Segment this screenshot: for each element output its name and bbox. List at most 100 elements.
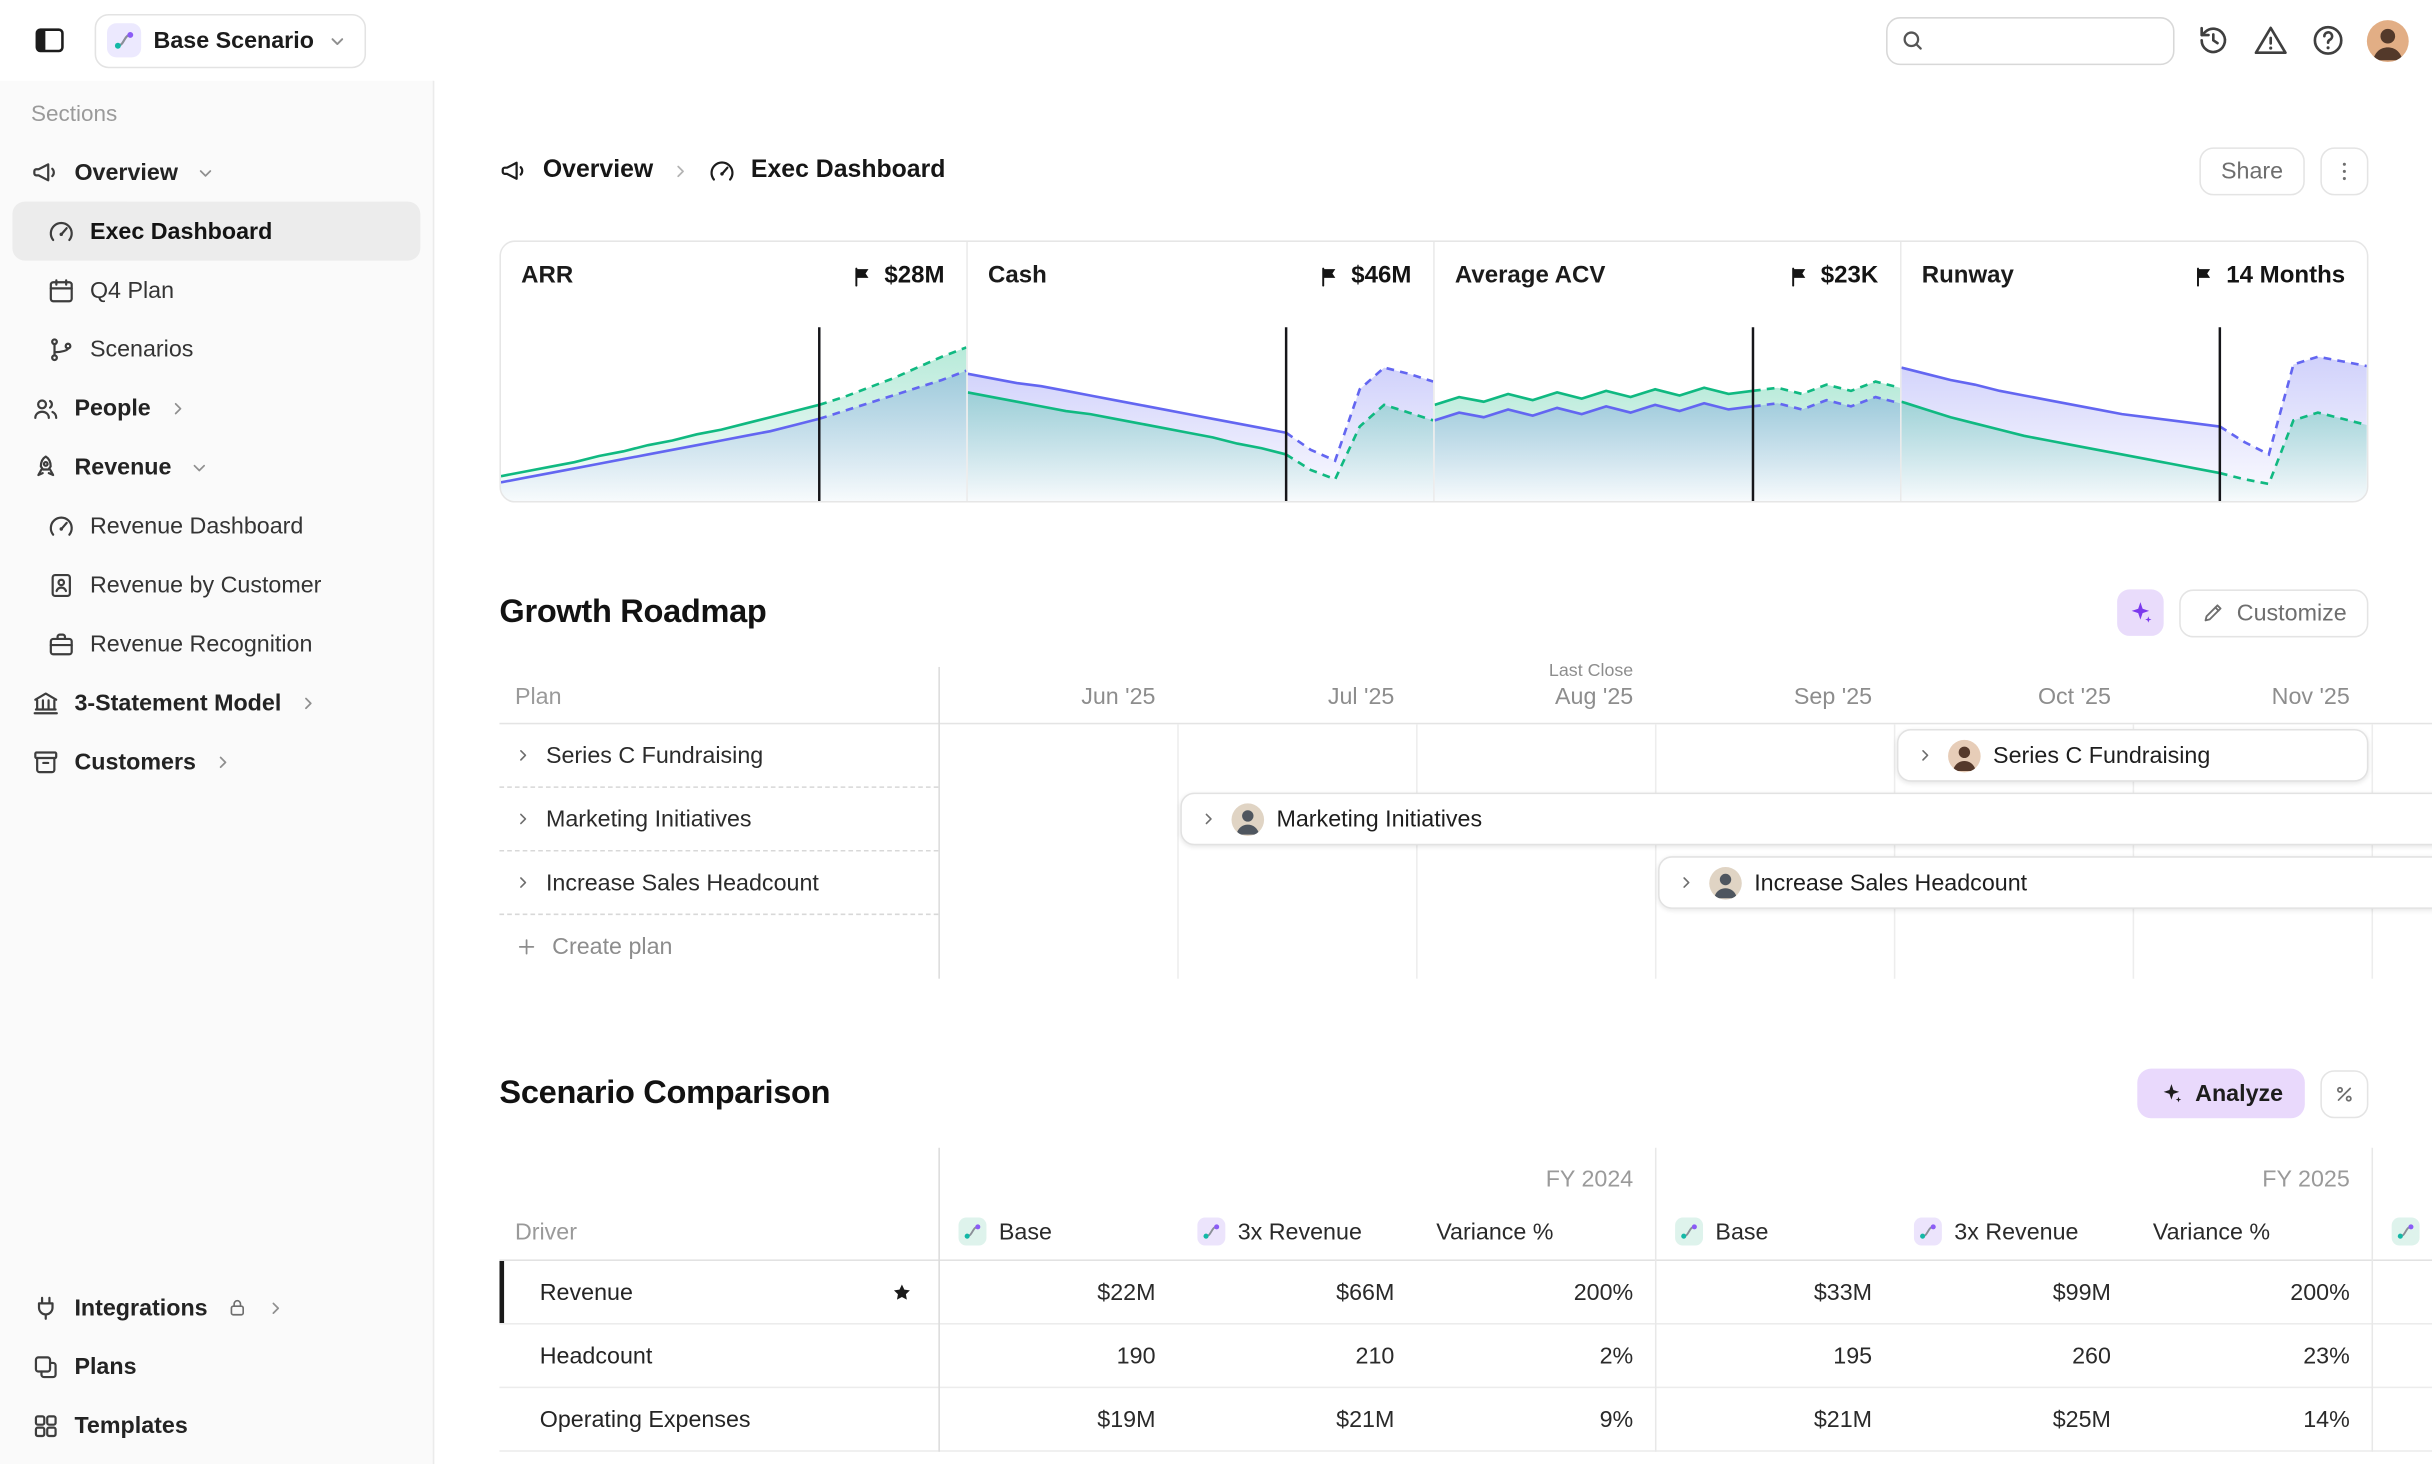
roadmap-month-header: Last Close Aug '25: [1416, 667, 1655, 723]
column-header-3x-revenue[interactable]: 3x Revenue: [1177, 1204, 1416, 1260]
sidebar-item-revenue-recognition[interactable]: Revenue Recognition: [12, 614, 420, 673]
value-cell[interactable]: $22M: [938, 1261, 1177, 1323]
sidebar-item-exec-dashboard[interactable]: Exec Dashboard: [12, 202, 420, 261]
roadmap-row: Marketing Initiatives Marketing Initiati…: [499, 788, 2432, 852]
comparison-group-row: FY 2024FY 2025: [499, 1148, 2432, 1204]
roadmap-row: Increase Sales Headcount Increase Sales …: [499, 852, 2432, 916]
column-header-variance[interactable]: Variance %: [1416, 1204, 1655, 1260]
comparison-row-operating-expenses: Operating Expenses $19M$21M9%$21M$25M14%: [499, 1388, 2432, 1452]
roadmap-ai-button[interactable]: [2117, 589, 2164, 636]
kpi-card-average-acv[interactable]: Average ACV $23K: [1435, 242, 1902, 501]
roadmap-bar-increase-sales-headcount[interactable]: Increase Sales Headcount: [1658, 856, 2432, 909]
sidebar-item-revenue-by-customer[interactable]: Revenue by Customer: [12, 555, 420, 614]
sidebar-item-overview[interactable]: Overview: [12, 143, 420, 202]
sidebar-item-people[interactable]: People: [12, 378, 420, 437]
help-icon[interactable]: [2309, 22, 2346, 59]
customize-button[interactable]: Customize: [2179, 589, 2368, 637]
roadmap-title: Growth Roadmap: [499, 594, 766, 631]
column-header-base[interactable]: Base: [938, 1204, 1177, 1260]
column-header-3x-revenue[interactable]: 3x Revenue: [1894, 1204, 2133, 1260]
sidebar-item-label: Revenue: [74, 454, 171, 480]
column-header-variance[interactable]: Variance %: [2133, 1204, 2372, 1260]
star-icon[interactable]: [890, 1280, 913, 1303]
variance-toggle-button[interactable]: [2320, 1069, 2368, 1117]
kpi-sparkline: [968, 318, 1433, 501]
roadmap-bar-marketing-initiatives[interactable]: Marketing Initiatives: [1180, 793, 2432, 846]
create-plan-button[interactable]: Create plan: [499, 915, 672, 979]
breadcrumb-item-exec-dashboard[interactable]: Exec Dashboard: [708, 156, 946, 185]
value-cell[interactable]: 190: [938, 1325, 1177, 1387]
fiscal-year-group-header: [2372, 1193, 2432, 1204]
value-cell[interactable]: $19M: [938, 1388, 1177, 1450]
value-cell[interactable]: $66M: [1177, 1261, 1416, 1323]
driver-cell[interactable]: Headcount: [499, 1325, 938, 1387]
comparison-section-header: Scenario Comparison Analyze: [499, 1064, 2368, 1123]
search-box[interactable]: [1886, 16, 2174, 64]
user-avatar[interactable]: [2367, 19, 2409, 61]
kpi-card-arr[interactable]: ARR $28M: [501, 242, 968, 501]
driver-cell[interactable]: Revenue: [499, 1261, 938, 1323]
search-input[interactable]: [1934, 28, 2160, 53]
sidebar-item-revenue[interactable]: Revenue: [12, 437, 420, 496]
sidebar-item-plans[interactable]: Plans: [12, 1337, 420, 1396]
analyze-button[interactable]: Analyze: [2138, 1069, 2305, 1119]
sidebar-item-scenarios[interactable]: Scenarios: [12, 320, 420, 379]
column-header-base[interactable]: Base: [1655, 1204, 1894, 1260]
sidebar-item-templates[interactable]: Templates: [12, 1396, 420, 1455]
column-header-base[interactable]: Base: [2372, 1204, 2432, 1260]
value-cell[interactable]: $21M: [1655, 1388, 1894, 1450]
kpi-label: Runway: [1922, 262, 2014, 290]
value-cell[interactable]: 23%: [2133, 1325, 2372, 1387]
chev-right-icon: [512, 808, 534, 830]
sparkle-icon: [2127, 599, 2155, 627]
sidebar-item-revenue-dashboard[interactable]: Revenue Dashboard: [12, 496, 420, 555]
value-cell[interactable]: 14%: [2133, 1388, 2372, 1450]
sidebar-item-3-statement-model[interactable]: 3-Statement Model: [12, 673, 420, 732]
roadmap-bar-series-c-fundraising[interactable]: Series C Fundraising: [1897, 729, 2369, 782]
roadmap-month-header: Oct '25: [1894, 667, 2133, 723]
value-cell[interactable]: 195: [1655, 1325, 1894, 1387]
value-cell[interactable]: [2372, 1261, 2432, 1323]
value-cell[interactable]: 2%: [1416, 1325, 1655, 1387]
value-cell[interactable]: 260: [1894, 1325, 2133, 1387]
sidebar-item-integrations[interactable]: Integrations: [12, 1278, 420, 1337]
sidebar-toggle-button[interactable]: [23, 14, 76, 67]
driver-column-header: Driver: [499, 1204, 938, 1260]
alert-icon[interactable]: [2252, 22, 2289, 59]
value-cell[interactable]: 200%: [2133, 1261, 2372, 1323]
value-cell[interactable]: [2372, 1388, 2432, 1450]
sidebar-item-q4-plan[interactable]: Q4 Plan: [12, 261, 420, 320]
value-cell[interactable]: [2372, 1325, 2432, 1387]
comparison-row-headcount: Headcount 1902102%19526023%: [499, 1325, 2432, 1389]
value-cell[interactable]: $21M: [1177, 1388, 1416, 1450]
value-cell[interactable]: 200%: [1416, 1261, 1655, 1323]
sidebar-item-label: Q4 Plan: [90, 277, 174, 303]
kpi-label: ARR: [521, 262, 573, 290]
roadmap-plan-series-c-fundraising[interactable]: Series C Fundraising: [499, 724, 938, 788]
roadmap-plan-marketing-initiatives[interactable]: Marketing Initiatives: [499, 788, 938, 852]
value-cell[interactable]: $25M: [1894, 1388, 2133, 1450]
percent-icon: [2333, 1082, 2356, 1105]
chevron-down-icon: [326, 29, 349, 52]
chev-right-icon: [1675, 872, 1697, 894]
kpi-card-cash[interactable]: Cash $46M: [968, 242, 1435, 501]
comparison-row-revenue: Revenue $22M$66M200%$33M$99M200%: [499, 1261, 2432, 1325]
roadmap-plan-increase-sales-headcount[interactable]: Increase Sales Headcount: [499, 852, 938, 916]
share-button[interactable]: Share: [2199, 147, 2305, 195]
kpi-card-runway[interactable]: Runway 14 Months: [1902, 242, 2367, 501]
layers-icon: [31, 1352, 60, 1381]
kpi-label: Cash: [988, 262, 1047, 290]
sidebar-item-customers[interactable]: Customers: [12, 732, 420, 791]
sidebar-item-label: Customers: [74, 748, 196, 774]
driver-cell[interactable]: Operating Expenses: [499, 1388, 938, 1450]
comparison-header-row: DriverBase3x RevenueVariance %Base3x Rev…: [499, 1204, 2432, 1261]
value-cell[interactable]: $99M: [1894, 1261, 2133, 1323]
history-icon[interactable]: [2195, 22, 2232, 59]
value-cell[interactable]: 210: [1177, 1325, 1416, 1387]
scenario-switcher-button[interactable]: Base Scenario: [95, 13, 367, 67]
breadcrumb-item-overview[interactable]: Overview: [499, 156, 653, 185]
kpi-sparkline: [501, 318, 966, 501]
more-options-button[interactable]: [2320, 147, 2368, 195]
value-cell[interactable]: $33M: [1655, 1261, 1894, 1323]
value-cell[interactable]: 9%: [1416, 1388, 1655, 1450]
